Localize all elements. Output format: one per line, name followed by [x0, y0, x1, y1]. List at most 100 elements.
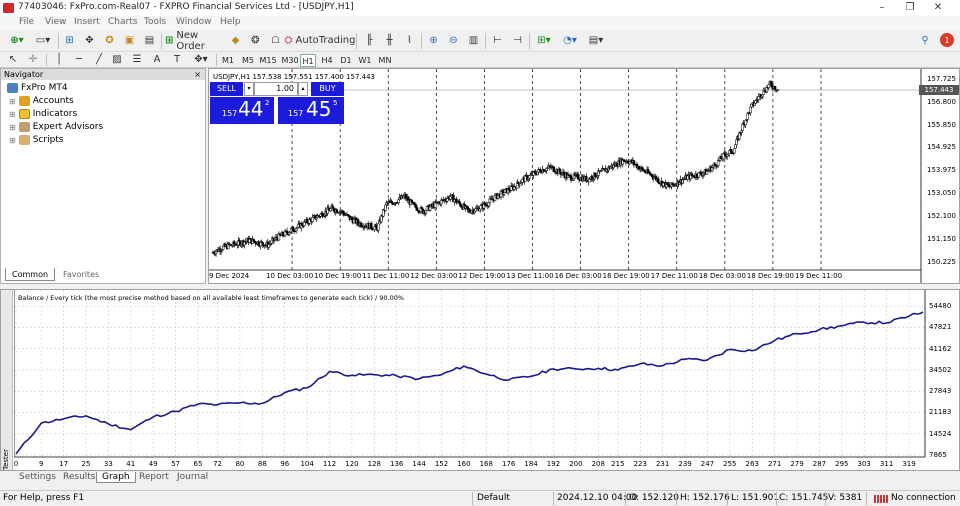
new-order-button[interactable]: ⊞ New Order [165, 30, 225, 52]
tile-windows-icon[interactable]: ▥ [466, 33, 481, 48]
tester-icon[interactable]: ▤ [142, 33, 157, 48]
lot-down-icon[interactable]: ▾ [244, 82, 254, 96]
minimize-button[interactable]: – [868, 1, 896, 15]
menu-view[interactable]: View [45, 17, 66, 27]
balance-axis-label: 14524 [929, 429, 952, 438]
navigator-item-expert-advisors[interactable]: ⊞ Expert Advisors [9, 122, 103, 132]
zoom-out-icon[interactable]: ⊖ [446, 33, 461, 48]
navigator-root[interactable]: FxPro MT4 [7, 83, 68, 93]
close-button[interactable]: ✕ [924, 1, 952, 15]
search-icon[interactable]: ⚲ [918, 33, 932, 48]
navigator-close-icon[interactable]: × [194, 70, 201, 79]
sell-button[interactable]: SELL [210, 82, 243, 96]
templates-icon[interactable]: ▤▾ [585, 33, 607, 48]
candle-body [517, 181, 520, 185]
navigator-item-scripts[interactable]: ⊞ Scripts [9, 135, 64, 145]
data-window-icon[interactable]: ✥ [82, 33, 97, 48]
trade-axis-label: 41 [126, 460, 136, 468]
maximize-button[interactable]: ❐ [896, 1, 924, 15]
timeframe-mn[interactable]: MN [376, 54, 394, 67]
tab-journal[interactable]: Journal [172, 472, 213, 482]
trade-axis-label: 303 [857, 460, 871, 468]
new-chart-icon[interactable]: ⊕▾ [6, 33, 28, 48]
candlestick-icon[interactable]: ╫ [382, 33, 397, 48]
timeframe-d1[interactable]: D1 [338, 54, 354, 67]
trade-axis-label: 295 [835, 460, 849, 468]
time-axis-label: 19 Dec 11:00 [795, 272, 843, 280]
trade-axis-label: 223 [633, 460, 647, 468]
price-axis-label: 157.725 [927, 75, 956, 84]
window-title: 77403046: FxPro.com-Real07 - FXPRO Finan… [18, 2, 354, 12]
menu-window[interactable]: Window [176, 17, 212, 27]
market-watch-icon[interactable]: ⊞ [62, 33, 77, 48]
timeframe-m15[interactable]: M15 [258, 54, 278, 67]
navigator-tab-common[interactable]: Common [5, 268, 56, 281]
fibonacci-icon[interactable]: ☰ [130, 52, 144, 67]
timeframe-m1[interactable]: M1 [220, 54, 236, 67]
navigator-item-indicators[interactable]: ⊞ Indicators [9, 109, 77, 119]
lot-up-icon[interactable]: ▴ [298, 82, 308, 96]
buy-button[interactable]: BUY [311, 82, 344, 96]
sell-price-button[interactable]: 157 44 2 [210, 97, 274, 124]
metaeditor-icon[interactable]: ◆ [228, 33, 243, 48]
trade-axis-label: 160 [457, 460, 471, 468]
market-icon[interactable]: ☖ [268, 33, 283, 48]
navigator-tab-favorites[interactable]: Favorites [57, 268, 105, 281]
autoscroll-icon[interactable]: ⊣ [510, 33, 525, 48]
menu-help[interactable]: Help [220, 17, 241, 27]
notification-badge[interactable]: 1 [940, 33, 954, 47]
expand-icon: ⊞ [9, 109, 16, 119]
status-volume: V: 5381 [828, 493, 863, 503]
periods-icon[interactable]: ◔▾ [559, 33, 581, 48]
balance-axis-label: 54480 [929, 302, 952, 310]
profiles-icon[interactable]: ▭▾ [32, 33, 54, 48]
signals-icon[interactable]: ❂ [248, 33, 263, 48]
menu-charts[interactable]: Charts [108, 17, 137, 27]
trade-axis-label: 271 [767, 460, 782, 468]
bar-chart-icon[interactable]: ╟ [362, 33, 377, 48]
chart-shift-icon[interactable]: ⊢ [490, 33, 505, 48]
lot-size-input[interactable]: 1.00 [254, 82, 298, 96]
menu-file[interactable]: File [19, 17, 34, 27]
zoom-in-icon[interactable]: ⊕ [426, 33, 441, 48]
timeframe-h1[interactable]: H1 [300, 54, 316, 67]
autotrading-button[interactable]: ⛭ AutoTrading [285, 33, 356, 48]
timeframe-m5[interactable]: M5 [240, 54, 256, 67]
trade-axis-label: 0 [13, 460, 19, 468]
trade-axis-label: 49 [148, 460, 158, 468]
text-label-icon[interactable]: T [170, 52, 184, 67]
cursor-icon[interactable]: ↖ [6, 52, 20, 67]
line-chart-icon[interactable]: ⌇ [402, 33, 417, 48]
trade-axis-label: 192 [546, 460, 561, 468]
tab-results[interactable]: Results [58, 472, 101, 482]
vertical-line-icon[interactable]: │ [52, 52, 66, 67]
text-icon[interactable]: A [150, 52, 164, 67]
tab-graph[interactable]: Graph [96, 472, 136, 483]
horizontal-line-icon[interactable]: ─ [72, 52, 86, 67]
timeframe-w1[interactable]: W1 [357, 54, 373, 67]
status-close: C: 151.745 [779, 493, 829, 503]
timeframe-h4[interactable]: H4 [319, 54, 335, 67]
candle-body [479, 205, 483, 210]
terminal-icon[interactable]: ▣ [122, 33, 137, 48]
timeframe-m30[interactable]: M30 [280, 54, 300, 67]
buy-price-button[interactable]: 157 45 5 [278, 97, 344, 124]
scripts-icon [18, 135, 30, 145]
tester-tabs: Settings Results Graph Report Journal [0, 471, 960, 486]
menu-insert[interactable]: Insert [74, 17, 100, 27]
arrows-icon[interactable]: ✥▾ [190, 52, 212, 67]
trendline-icon[interactable]: ╱ [92, 52, 106, 67]
tab-settings[interactable]: Settings [14, 472, 61, 482]
indicators-icon[interactable]: ⊞▾ [533, 33, 555, 48]
crosshair-icon[interactable]: ✛ [26, 52, 40, 67]
autotrading-label: AutoTrading [295, 35, 356, 46]
time-axis-label: 17 Dec 11:00 [650, 272, 698, 280]
navigator-icon[interactable]: ✪ [102, 33, 117, 48]
candle-body [528, 175, 531, 179]
tab-report[interactable]: Report [134, 472, 174, 482]
menu-tools[interactable]: Tools [144, 17, 166, 27]
channel-icon[interactable]: ▨ [110, 52, 124, 67]
navigator-header: Navigator [1, 69, 205, 80]
current-price-tag: 157.443 [919, 85, 959, 95]
navigator-item-accounts[interactable]: ⊞ Accounts [9, 96, 74, 106]
